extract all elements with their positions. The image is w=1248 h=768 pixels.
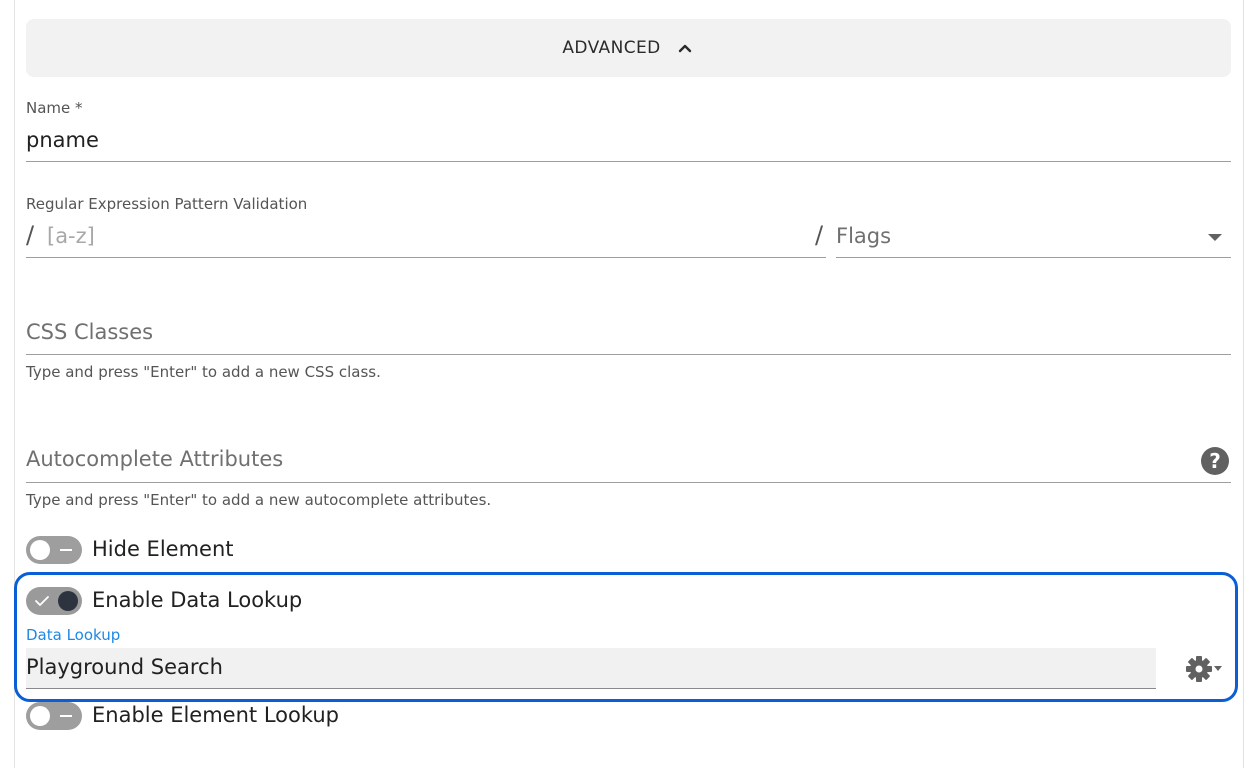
enable-data-lookup-toggle[interactable] (26, 587, 82, 615)
help-icon[interactable]: ? (1201, 447, 1229, 475)
name-input[interactable]: pname (26, 128, 99, 152)
chevron-up-icon (678, 44, 691, 53)
css-classes-input[interactable]: CSS Classes (26, 320, 153, 344)
enable-data-lookup-label: Enable Data Lookup (92, 588, 303, 612)
css-classes-underline (26, 354, 1231, 355)
data-lookup-select[interactable]: Playground Search (26, 648, 1156, 689)
dropdown-arrow-icon[interactable] (1208, 234, 1222, 241)
regex-label: Regular Expression Pattern Validation (26, 195, 308, 213)
check-icon (35, 596, 49, 606)
name-underline (26, 161, 1231, 162)
regex-open-slash: / (26, 221, 35, 249)
toggle-knob (58, 591, 78, 611)
css-classes-hint: Type and press "Enter" to add a new CSS … (26, 363, 381, 381)
advanced-section-toggle[interactable]: ADVANCED (26, 19, 1231, 77)
toggle-knob (30, 540, 50, 560)
autocomplete-hint: Type and press "Enter" to add a new auto… (26, 491, 492, 509)
hide-element-toggle[interactable] (26, 536, 82, 564)
regex-close-slash: / (815, 221, 824, 249)
regex-underline (26, 257, 826, 258)
flags-underline (836, 257, 1231, 258)
gear-icon[interactable] (1184, 654, 1224, 684)
data-lookup-label: Data Lookup (26, 626, 121, 644)
enable-element-lookup-label: Enable Element Lookup (92, 703, 340, 727)
toggle-knob (30, 706, 50, 726)
hide-element-label: Hide Element (92, 537, 234, 561)
enable-element-lookup-toggle[interactable] (26, 702, 82, 730)
minus-icon (60, 715, 72, 717)
name-label: Name * (26, 99, 83, 117)
data-lookup-value: Playground Search (26, 655, 223, 679)
advanced-label: ADVANCED (562, 38, 661, 58)
flags-select[interactable]: Flags (836, 224, 891, 248)
regex-pattern-input[interactable]: [a-z] (47, 224, 95, 248)
autocomplete-underline (26, 482, 1231, 483)
minus-icon (60, 549, 72, 551)
autocomplete-input[interactable]: Autocomplete Attributes (26, 447, 283, 471)
